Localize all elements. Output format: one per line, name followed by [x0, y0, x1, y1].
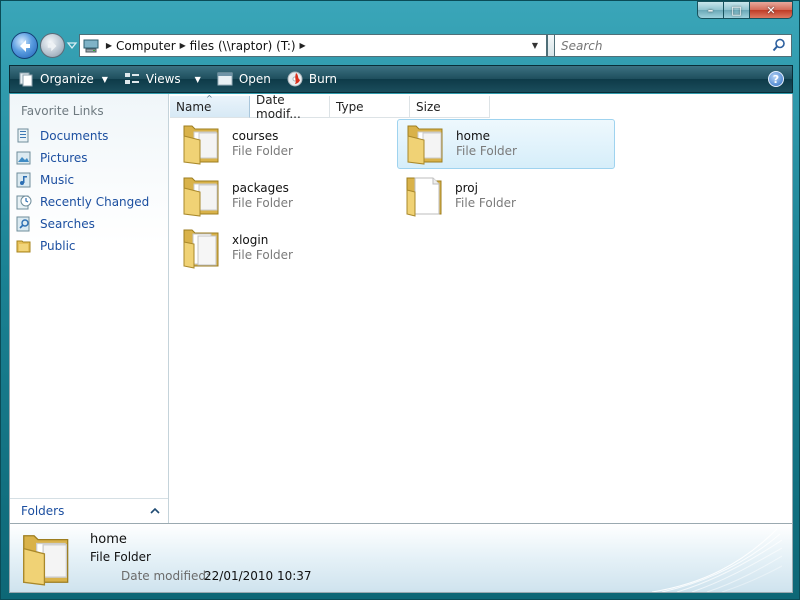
- folder-item-proj[interactable]: proj File Folder: [397, 171, 615, 221]
- sidebar-item-label: Public: [40, 239, 76, 253]
- open-icon: [217, 72, 233, 86]
- computer-icon: [80, 39, 102, 53]
- open-button[interactable]: Open: [209, 66, 279, 92]
- file-name: home: [456, 129, 491, 143]
- file-name: proj: [455, 181, 478, 195]
- sidebar-item-label: Searches: [40, 217, 95, 231]
- column-header-name[interactable]: ^ Name: [170, 94, 250, 118]
- sidebar-item-music[interactable]: Music: [16, 170, 74, 190]
- burn-disc-icon: [287, 71, 303, 87]
- favorite-links-header: Favorite Links: [21, 104, 104, 118]
- command-bar: Organize ▼ Views ▼ Open Burn ?: [9, 65, 793, 93]
- folder-with-document-icon: [183, 229, 219, 269]
- folder-item-home[interactable]: home File Folder: [397, 119, 615, 169]
- sidebar-item-label: Pictures: [40, 151, 88, 165]
- address-dropdown-button[interactable]: ▼: [524, 35, 546, 56]
- forward-button[interactable]: [40, 33, 65, 58]
- window-controls: – □ ✕: [697, 1, 793, 19]
- organize-button[interactable]: Organize ▼: [10, 66, 116, 92]
- file-name: courses: [232, 129, 279, 143]
- folder-icon: [183, 177, 219, 217]
- details-item-type: File Folder: [90, 550, 151, 564]
- folder-icon: [23, 535, 69, 586]
- chevron-down-icon: [66, 42, 78, 50]
- details-date-modified-label: Date modified:: [121, 569, 211, 583]
- sidebar-item-public[interactable]: Public: [16, 236, 76, 256]
- folders-toggle[interactable]: Folders: [10, 498, 168, 523]
- back-button[interactable]: [11, 32, 38, 59]
- minimize-button[interactable]: –: [697, 1, 723, 19]
- breadcrumb-drive[interactable]: files (\\raptor) (T:): [190, 39, 296, 53]
- help-button[interactable]: ?: [768, 71, 784, 87]
- details-item-name: home: [90, 532, 127, 547]
- sidebar-item-recently-changed[interactable]: Recently Changed: [16, 192, 149, 212]
- views-label: Views: [145, 72, 181, 86]
- maximize-button[interactable]: □: [723, 1, 749, 19]
- chevron-down-icon: ▼: [101, 74, 108, 84]
- close-button[interactable]: ✕: [749, 1, 793, 19]
- breadcrumb-separator[interactable]: ▶: [102, 41, 116, 50]
- burn-label: Burn: [308, 72, 338, 86]
- recent-pages-dropdown[interactable]: [66, 39, 78, 51]
- recently-changed-icon: [16, 194, 32, 210]
- folder-with-document-icon: [406, 177, 442, 217]
- public-folder-icon: [16, 238, 32, 254]
- details-date-modified-value: 22/01/2010 10:37: [204, 569, 312, 583]
- column-header-label: Date modif...: [256, 92, 301, 121]
- decorative-swoosh: [652, 528, 782, 592]
- folder-item-packages[interactable]: packages File Folder: [174, 171, 392, 221]
- file-name: xlogin: [232, 233, 269, 247]
- search-icon[interactable]: [772, 38, 786, 55]
- file-type: File Folder: [455, 196, 516, 210]
- chevron-down-icon: ▼: [194, 74, 201, 84]
- folders-label: Folders: [21, 504, 65, 518]
- burn-button[interactable]: Burn: [279, 66, 345, 92]
- search-box[interactable]: [554, 34, 792, 57]
- views-button[interactable]: Views ▼: [116, 66, 209, 92]
- column-headers: ^ Name Date modif... Type Size: [170, 92, 490, 121]
- music-icon: [16, 172, 32, 188]
- search-input[interactable]: [559, 36, 769, 55]
- forward-arrow-icon: [47, 40, 56, 51]
- breadcrumb-computer[interactable]: Computer: [116, 39, 176, 53]
- column-header-date-modified[interactable]: Date modif...: [250, 92, 330, 121]
- sidebar-item-documents[interactable]: Documents: [16, 126, 108, 146]
- column-header-label: Type: [336, 99, 364, 114]
- folder-icon: [183, 125, 219, 165]
- navigation-pane: Favorite Links Documents Pictures Music: [10, 94, 169, 523]
- documents-icon: [16, 128, 32, 144]
- file-type: File Folder: [456, 144, 517, 158]
- open-label: Open: [238, 72, 271, 86]
- column-header-label: Size: [416, 99, 441, 114]
- chevron-up-icon[interactable]: [150, 505, 160, 519]
- column-header-size[interactable]: Size: [410, 96, 490, 118]
- content-area: Favorite Links Documents Pictures Music: [9, 92, 793, 523]
- file-name: packages: [232, 181, 289, 195]
- window-frame: – □ ✕ ▶ Computer ▶ files (\\raptor) (T:): [0, 0, 800, 600]
- organize-label: Organize: [40, 72, 94, 86]
- breadcrumb-separator[interactable]: ▶: [296, 41, 310, 50]
- file-type: File Folder: [232, 144, 293, 158]
- organize-icon: [18, 71, 34, 87]
- file-type: File Folder: [232, 196, 293, 210]
- file-type: File Folder: [232, 248, 293, 262]
- sidebar-item-pictures[interactable]: Pictures: [16, 148, 88, 168]
- sidebar-item-label: Music: [40, 173, 75, 187]
- pictures-icon: [16, 150, 32, 166]
- column-header-type[interactable]: Type: [330, 96, 410, 118]
- folder-item-xlogin[interactable]: xlogin File Folder: [174, 223, 392, 273]
- details-pane: home File Folder Date modified: 22/01/20…: [9, 523, 793, 593]
- sidebar-item-label: Documents: [40, 129, 109, 143]
- sort-ascending-icon: ^: [206, 94, 213, 103]
- sidebar-item-label: Recently Changed: [40, 195, 150, 209]
- back-arrow-icon: [19, 39, 30, 52]
- views-icon: [124, 71, 140, 87]
- breadcrumb-separator[interactable]: ▶: [176, 41, 190, 50]
- address-bar[interactable]: ▶ Computer ▶ files (\\raptor) (T:) ▶ ▼: [79, 34, 573, 57]
- sidebar-item-searches[interactable]: Searches: [16, 214, 95, 234]
- folder-icon: [407, 125, 443, 165]
- searches-icon: [16, 216, 32, 232]
- file-list-pane: ^ Name Date modif... Type Size courses F…: [170, 92, 792, 523]
- folder-item-courses[interactable]: courses File Folder: [174, 119, 392, 169]
